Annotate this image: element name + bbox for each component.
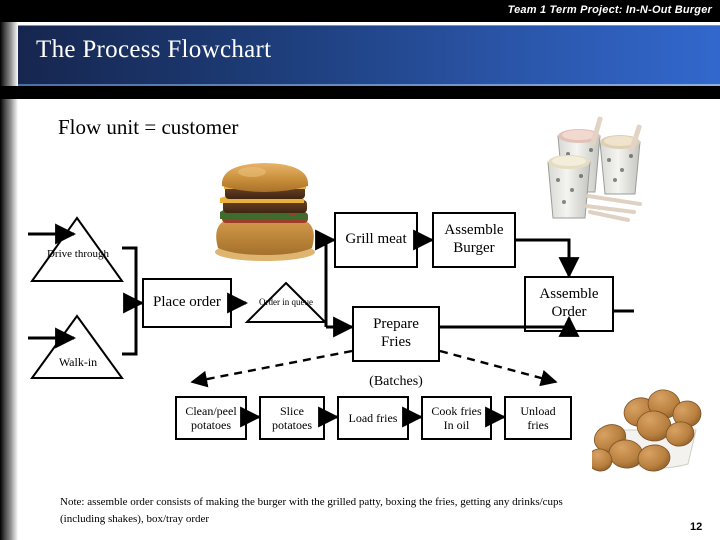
box-place-order[interactable]: Place order — [142, 278, 232, 328]
assemble-burger-line1: Assemble — [444, 222, 504, 239]
box-grill-meat[interactable]: Grill meat — [334, 212, 418, 268]
slide-canvas: Flow unit = customer Drive through Walk-… — [0, 0, 720, 540]
triangle-label-order-in-queue: Order in queue — [250, 297, 322, 308]
box-cook-fries-in-oil[interactable]: Cook fries In oil — [421, 396, 492, 440]
box-clean-peel-potatoes[interactable]: Clean/peel potatoes — [175, 396, 247, 440]
drive-through-line2: through — [74, 248, 110, 260]
grill-meat-line1: Grill meat — [345, 231, 407, 248]
prepare-fries-line1: Prepare — [373, 316, 419, 333]
page-number: 12 — [690, 521, 703, 533]
unload-fries-line1: Unload — [520, 403, 556, 418]
box-unload-fries[interactable]: Unload fries — [504, 396, 572, 440]
slice-line1: Slice — [280, 403, 304, 418]
flow-unit-heading: Flow unit = customer — [58, 115, 239, 139]
box-load-fries[interactable]: Load fries — [337, 396, 409, 440]
triangle-label-drive-through: Drive through — [42, 248, 114, 261]
prepare-fries-caption: (Batches) — [369, 374, 423, 389]
box-slice-potatoes[interactable]: Slice potatoes — [259, 396, 325, 440]
prepare-fries-line2: Fries — [381, 334, 411, 350]
clean-peel-line2: potatoes — [191, 418, 231, 432]
left-edge-gradient — [0, 0, 18, 540]
assemble-order-line2: Order — [551, 304, 587, 320]
load-fries-line1: Load fries — [348, 410, 398, 425]
box-assemble-burger[interactable]: Assemble Burger — [432, 212, 516, 268]
slice-line2: potatoes — [272, 418, 312, 432]
cook-fries-line2: In oil — [443, 418, 470, 432]
assemble-order-line1: Assemble — [539, 286, 599, 303]
title-bar-black-band — [0, 86, 720, 99]
box-assemble-order[interactable]: Assemble Order — [524, 276, 614, 332]
unload-fries-line2: fries — [527, 418, 549, 432]
assemble-burger-line2: Burger — [453, 240, 495, 256]
box-prepare-fries[interactable]: Prepare Fries — [352, 306, 440, 362]
order-in-queue-line1: Order in — [259, 297, 290, 307]
clean-peel-line1: Clean/peel — [185, 403, 237, 418]
order-in-queue-line2: queue — [291, 297, 314, 307]
drive-through-line1: Drive — [46, 248, 73, 260]
cook-fries-line1: Cook fries — [431, 403, 482, 418]
triangle-label-walk-in: Walk-in — [42, 355, 114, 369]
walk-in-line1: Walk-in — [58, 355, 98, 369]
footnote: Note: assemble order consists of making … — [60, 496, 563, 525]
place-order-line1: Place order — [153, 294, 221, 311]
page-title: The Process Flowchart — [36, 36, 272, 63]
header-kicker: Team 1 Term Project: In-N-Out Burger — [507, 4, 712, 16]
